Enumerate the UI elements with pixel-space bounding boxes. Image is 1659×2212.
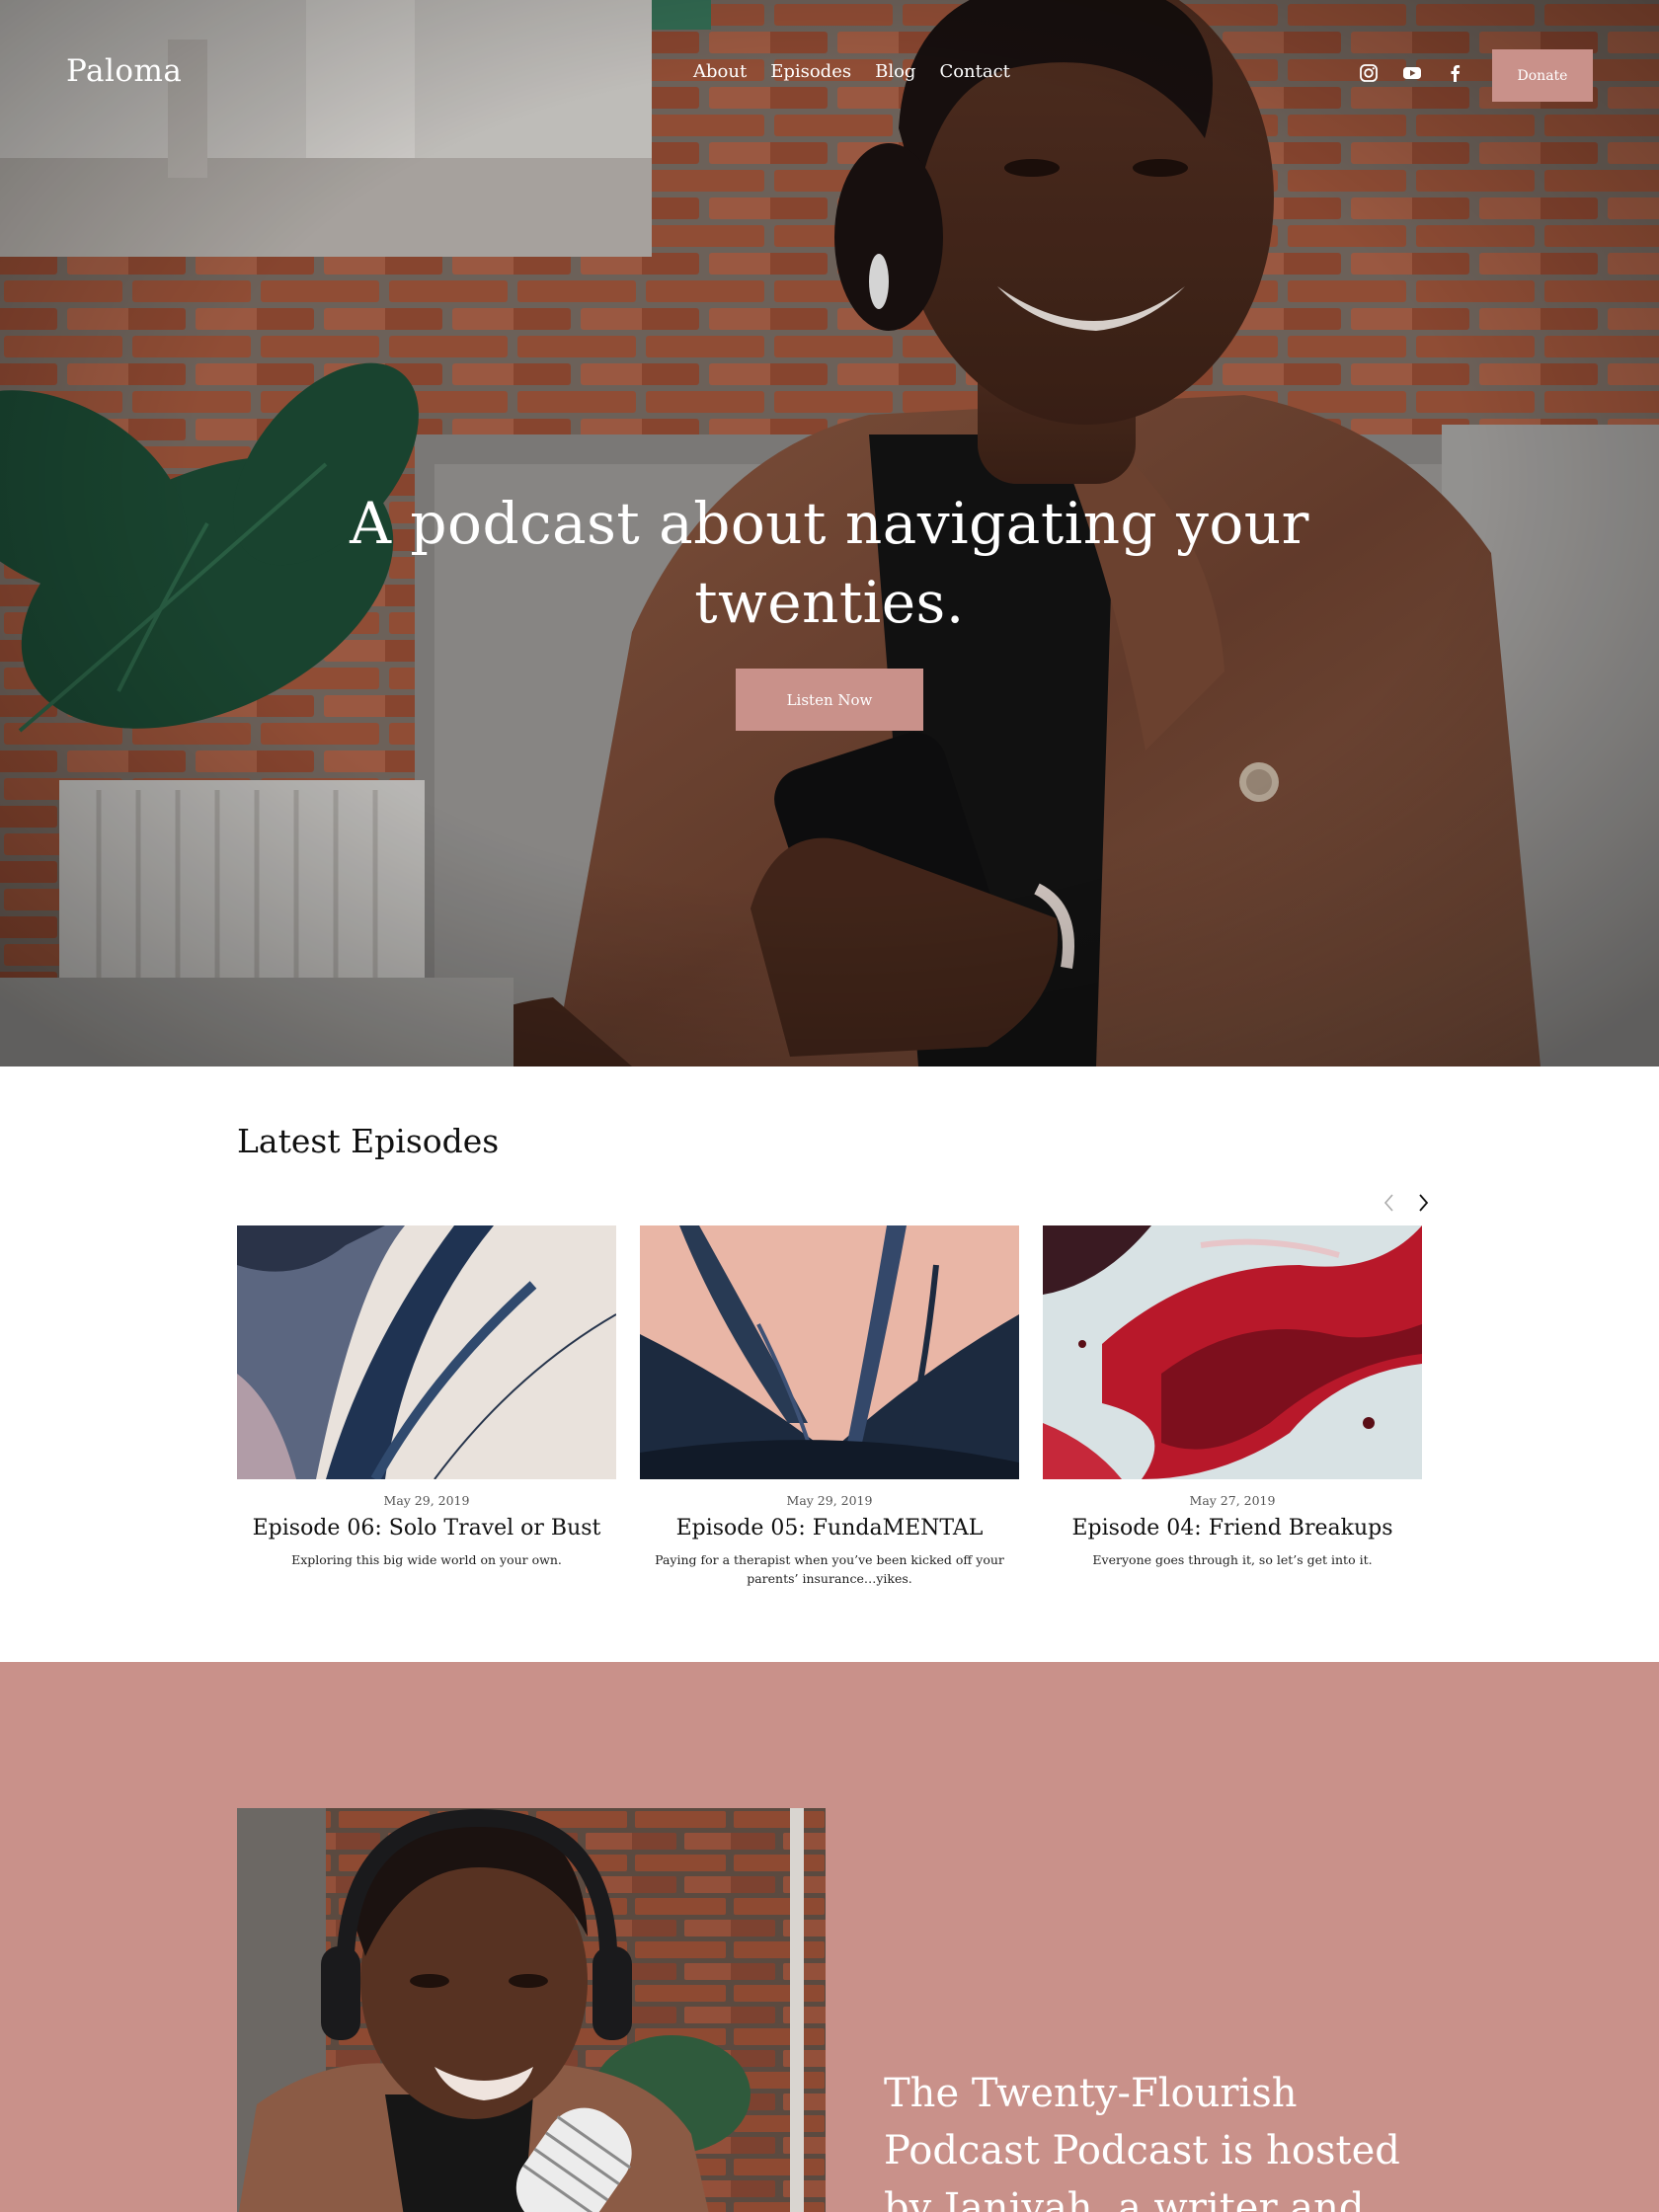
nav-contact[interactable]: Contact — [939, 61, 1009, 82]
youtube-icon[interactable] — [1402, 63, 1422, 83]
episode-card[interactable]: May 29, 2019 Episode 06: Solo Travel or … — [237, 1225, 616, 1569]
nav-episodes[interactable]: Episodes — [770, 61, 851, 82]
instagram-icon[interactable] — [1359, 63, 1379, 83]
episode-description: Everyone goes through it, so let’s get i… — [1092, 1552, 1373, 1567]
chevron-right-icon — [1419, 1194, 1429, 1212]
nav-about[interactable]: About — [693, 61, 747, 82]
facebook-icon[interactable] — [1446, 63, 1465, 83]
hero-section: Paloma About Episodes Blog Contact Donat… — [0, 0, 1659, 1066]
episode-title[interactable]: Episode 05: FundaMENTAL — [640, 1516, 1019, 1540]
site-header: Paloma About Episodes Blog Contact Donat… — [0, 0, 1659, 148]
episode-title[interactable]: Episode 06: Solo Travel or Bust — [237, 1516, 616, 1540]
hero-title: A podcast about navigating your twenties… — [350, 490, 1309, 636]
episode-description: Exploring this big wide world on your ow… — [291, 1552, 562, 1567]
carousel-next-button[interactable] — [1412, 1191, 1434, 1215]
listen-now-button[interactable]: Listen Now — [736, 669, 923, 731]
nav-blog[interactable]: Blog — [875, 61, 915, 82]
donate-button[interactable]: Donate — [1492, 49, 1593, 102]
site-logo[interactable]: Paloma — [66, 53, 182, 89]
chevron-left-icon — [1383, 1194, 1393, 1212]
episode-card[interactable]: May 29, 2019 Episode 05: FundaMENTAL Pay… — [640, 1225, 1019, 1588]
latest-episodes-section: Latest Episodes May 29, 2019 Episode 06:… — [0, 1066, 1659, 1662]
episode-description: Paying for a therapist when you’ve been … — [655, 1552, 1004, 1586]
carousel-controls — [1379, 1191, 1434, 1215]
episode-date: May 29, 2019 — [786, 1493, 873, 1508]
carousel-prev-button[interactable] — [1379, 1191, 1400, 1215]
section-title: Latest Episodes — [237, 1122, 500, 1160]
episode-card[interactable]: May 27, 2019 Episode 04: Friend Breakups… — [1043, 1225, 1422, 1569]
episode-date: May 29, 2019 — [383, 1493, 470, 1508]
about-text: The Twenty-Flourish Podcast Podcast is h… — [884, 2071, 1400, 2212]
social-links — [1359, 63, 1465, 83]
episode-title[interactable]: Episode 04: Friend Breakups — [1043, 1516, 1422, 1540]
episode-date: May 27, 2019 — [1189, 1493, 1276, 1508]
episode-thumbnail[interactable] — [640, 1225, 1019, 1479]
host-photo — [237, 1808, 826, 2212]
about-section: The Twenty-Flourish Podcast Podcast is h… — [0, 1662, 1659, 2212]
episode-thumbnail[interactable] — [237, 1225, 616, 1479]
main-nav: About Episodes Blog Contact — [693, 61, 1010, 82]
episode-thumbnail[interactable] — [1043, 1225, 1422, 1479]
